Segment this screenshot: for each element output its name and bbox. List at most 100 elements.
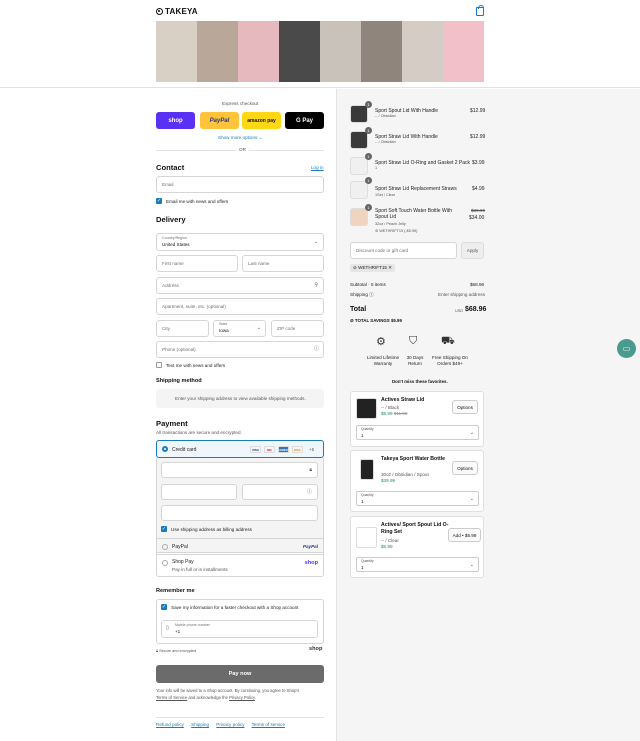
- chevron-down-icon: ⌄: [256, 325, 261, 331]
- paypal-option[interactable]: PayPal PayPal: [156, 538, 324, 555]
- discount-code-field[interactable]: Discount code or gift card: [350, 242, 457, 259]
- billing-checkbox[interactable]: ✓: [161, 526, 167, 532]
- amex-icon: AMEX: [278, 446, 289, 453]
- google-pay-button[interactable]: G Pay: [285, 112, 324, 129]
- product-thumbnail: [350, 131, 368, 149]
- help-icon[interactable]: ⓘ: [314, 345, 319, 352]
- shop-pay-button[interactable]: shop: [156, 112, 195, 129]
- card-number-field[interactable]: 🔒︎: [161, 462, 318, 478]
- checkout-form: Express checkout shop PayPal amazon pay …: [0, 89, 336, 741]
- show-more-options-link[interactable]: Show more options ⌄: [218, 135, 262, 141]
- quantity-select[interactable]: Quantity 1 ⌄: [356, 491, 479, 506]
- country-select[interactable]: Country/Region United States ⌄: [156, 233, 324, 251]
- refund-policy-link[interactable]: Refund policy: [156, 722, 184, 727]
- save-info-label: Save my information for a faster checkou…: [171, 605, 299, 610]
- quantity-badge: 1: [365, 127, 372, 134]
- mobile-phone-field[interactable]: ▯ Mobile phone number +1: [161, 620, 318, 638]
- privacy-link[interactable]: Privacy Policy: [229, 695, 255, 700]
- text-offers-checkbox[interactable]: [156, 362, 162, 368]
- address-field[interactable]: Address ⚲: [156, 277, 324, 294]
- banner-photo: [156, 21, 197, 82]
- terms-link[interactable]: Terms of Service: [156, 695, 187, 700]
- first-name-field[interactable]: First name: [156, 255, 238, 272]
- banner-photo: [320, 21, 361, 82]
- item-variant: 32oz / Peach Jelly: [375, 222, 406, 226]
- city-field[interactable]: City: [156, 320, 209, 337]
- truck-icon: ⛟: [441, 335, 455, 347]
- quantity-select[interactable]: Quantity 1 ⌄: [356, 425, 479, 440]
- expiry-field[interactable]: [161, 484, 237, 500]
- quantity-badge: 1: [365, 204, 372, 211]
- delivery-title: Delivery: [156, 215, 186, 224]
- help-icon[interactable]: ⓘ: [307, 488, 312, 495]
- options-button[interactable]: Options: [452, 461, 478, 475]
- item-price: $12.99: [470, 108, 486, 114]
- discount-tag: ⊘ WETHRIFT15 ✕: [350, 264, 396, 272]
- shipping-link[interactable]: Shipping: [191, 722, 209, 727]
- banner-photo: [279, 21, 320, 82]
- phone-field[interactable]: Phone (optional) ⓘ: [156, 341, 324, 358]
- apply-button[interactable]: Apply: [461, 242, 484, 259]
- product-thumbnail: [350, 105, 368, 123]
- radio-selected-icon: [162, 446, 168, 452]
- item-name: Sport Straw Lid Replacement Straws: [375, 186, 457, 192]
- shop-pay-option[interactable]: Shop Pay Pay in full or in installments …: [156, 555, 324, 577]
- banner-photo: [361, 21, 402, 82]
- paypal-logo: PayPal: [302, 544, 318, 549]
- zip-field[interactable]: ZIP code: [271, 320, 324, 337]
- last-name-field[interactable]: Last name: [242, 255, 324, 272]
- pay-now-button[interactable]: Pay now: [156, 665, 324, 683]
- terms-of-service-link[interactable]: Terms of service: [252, 722, 285, 727]
- upsell-price: $39.99: [381, 478, 396, 483]
- product-image: [356, 527, 377, 548]
- credit-card-option[interactable]: Credit card VISA MC AMEX DISC +5: [156, 440, 324, 458]
- amazon-pay-button[interactable]: amazon pay: [242, 112, 281, 129]
- name-on-card-field[interactable]: [161, 505, 318, 521]
- login-link[interactable]: Log in: [311, 165, 324, 170]
- logo-mark-icon: [156, 8, 163, 15]
- chevron-down-icon: ⌄: [469, 496, 474, 502]
- billing-label: Use shipping address as billing address: [171, 527, 252, 532]
- contact-title: Contact: [156, 163, 185, 172]
- state-select[interactable]: State Iowa ⌄: [213, 320, 266, 337]
- brand-logo[interactable]: TAKEYA: [156, 7, 198, 16]
- quantity-badge: 1: [365, 153, 372, 160]
- privacy-policy-link[interactable]: Privacy policy: [216, 722, 244, 727]
- order-summary: 1 Sport Spout Lid With Handle -- / Obsid…: [336, 89, 640, 741]
- chevron-down-icon: ⌄: [469, 562, 474, 568]
- news-label: Email me with news and offers: [166, 199, 229, 204]
- item-variant: -- / Obsidian: [375, 140, 396, 144]
- quantity-badge: 1: [365, 101, 372, 108]
- item-name: Sport Soft Touch Water Bottle With Spout…: [375, 208, 452, 220]
- badge-free-shipping: Free Shipping On Orders $49+: [431, 355, 468, 366]
- security-code-field[interactable]: ⓘ: [242, 484, 318, 500]
- upsell-variant: -- / Clear: [381, 538, 399, 543]
- item-old-price: $39.99: [471, 208, 486, 213]
- shop-logo: shop: [309, 646, 323, 652]
- subtotal-label: Subtotal · 5 items: [350, 282, 386, 287]
- item-variant: 1: [375, 166, 378, 170]
- remove-code-icon[interactable]: ✕: [388, 265, 392, 270]
- chevron-down-icon: ⌄: [469, 430, 474, 436]
- upsell-variant: -- / Black: [381, 405, 400, 410]
- quantity-select[interactable]: Quantity 1 ⌄: [356, 557, 479, 572]
- shipping-label: Shipping ⓘ: [350, 292, 374, 297]
- item-price: $4.99: [472, 186, 485, 192]
- warranty-icon: ⚙: [376, 336, 386, 348]
- cart-icon[interactable]: [476, 5, 484, 16]
- upsell-price: $5.99 $11.99: [381, 411, 408, 416]
- header: TAKEYA: [0, 0, 640, 88]
- paypal-button[interactable]: PayPal: [200, 112, 239, 129]
- secure-label: 🔒︎ Secure and encrypted: [156, 649, 197, 653]
- email-field[interactable]: Email: [156, 176, 324, 193]
- news-checkbox[interactable]: ✓: [156, 198, 162, 204]
- apartment-field[interactable]: Apartment, suite, etc. (optional): [156, 298, 324, 315]
- total-label: Total: [350, 306, 367, 313]
- options-button[interactable]: Options: [452, 400, 478, 414]
- banner-photo: [238, 21, 279, 82]
- add-to-order-button[interactable]: Add • $5.99: [448, 528, 481, 542]
- save-info-checkbox[interactable]: ✓: [161, 604, 167, 610]
- upsell-title: Don't miss these favorites.: [392, 379, 448, 384]
- quantity-badge: 1: [365, 177, 372, 184]
- chat-icon[interactable]: ▭: [617, 339, 636, 358]
